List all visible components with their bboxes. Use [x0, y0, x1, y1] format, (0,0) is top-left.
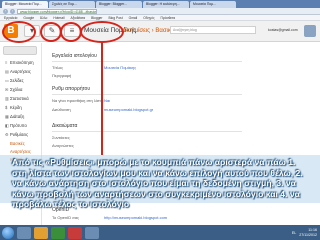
highlight-circle-1: [2, 21, 36, 43]
start-button[interactable]: [2, 226, 14, 239]
section-title: Εργαλεία ιστολογίου: [52, 53, 97, 59]
avatar[interactable]: [304, 25, 316, 37]
browser-tab-bar: Blogger: Μουσεία Πομ... Σχολές σε Πομ...…: [0, 0, 320, 8]
page-title: Ρυθμίσεις › Βασικές: [124, 28, 177, 34]
browser-tab-5[interactable]: Μουσεία Πομ...: [190, 1, 236, 8]
sidebar-item-label: Επισκόπηση: [10, 60, 34, 65]
annotation-pointer-line: [101, 43, 103, 155]
search-input[interactable]: Αναζήτηση blog: [170, 26, 256, 34]
section-title: Δικαιώματα: [52, 123, 78, 129]
chrome-icon[interactable]: [51, 226, 65, 239]
system-tray: EL 11:16 27/11/2012: [292, 226, 317, 239]
bookmark-item[interactable]: Blog Post: [109, 16, 123, 20]
sidebar-item-label: Στατιστικά: [10, 96, 29, 101]
sidebar: ≡ Επισκόπηση ▤Αναρτήσεις ▭Σελίδες ✉Σχόλια…: [0, 43, 42, 240]
bookmark-item[interactable]: Hotmail: [53, 16, 64, 20]
bookmark-item[interactable]: Αξιοθέατα: [71, 16, 86, 20]
highlight-circle-4: [80, 21, 124, 43]
address-bar: ‹ › www.blogger.com/blogger.g?blogID=418…: [0, 8, 320, 15]
row-label: Αναγνώστες: [52, 143, 74, 148]
sidebar-item-layout[interactable]: ▦Διάταξη: [3, 112, 41, 121]
language-indicator[interactable]: EL: [292, 231, 296, 235]
app-icon[interactable]: [68, 226, 82, 239]
sidebar-item-label: Διάταξη: [10, 114, 25, 119]
bookmark-item[interactable]: Google: [23, 16, 34, 20]
sidebar-item-label: Σελίδες: [10, 78, 24, 83]
browser-tab-2[interactable]: Σχολές σε Πομ...: [49, 1, 95, 8]
bookmark-item[interactable]: Blogger: [91, 16, 102, 20]
highlight-circle-3: [60, 22, 82, 42]
row-label: Διεύθυνση: [52, 107, 71, 112]
new-post-sidebar-button[interactable]: [3, 46, 37, 55]
browser-tab-3[interactable]: Blogger: Blogger...: [96, 1, 142, 8]
window-icon[interactable]: [85, 226, 99, 239]
bookmark-item[interactable]: Άλλο: [40, 16, 47, 20]
sidebar-item-template[interactable]: ◧Πρότυπο: [3, 121, 41, 130]
taskbar: EL 11:16 27/11/2012: [0, 225, 320, 240]
sidebar-item-label: Ρυθμίσεις: [10, 132, 29, 137]
bookmark-item[interactable]: Εργαλεία: [4, 16, 17, 20]
row-value[interactable]: Μουσεία Πομάκης: [104, 65, 136, 70]
row-value[interactable]: Ναι: [104, 98, 110, 103]
bookmark-item[interactable]: Πρόσθετα: [161, 16, 176, 20]
back-icon[interactable]: ‹: [3, 8, 8, 14]
explorer-icon[interactable]: [17, 226, 31, 239]
divider: [52, 61, 242, 62]
row-value[interactable]: http://museumpomaki.blogspot.com: [104, 215, 167, 220]
bookmark-item[interactable]: Οδηγός: [143, 16, 154, 20]
sidebar-item-label: Πρότυπο: [10, 123, 27, 128]
sidebar-item-stats[interactable]: ▥Στατιστικά: [3, 94, 41, 103]
url-field[interactable]: www.blogger.com/blogger.g?blogID=4188...…: [17, 8, 97, 14]
sidebar-item-earnings[interactable]: $ Κέρδη: [3, 103, 41, 112]
sidebar-item-comments[interactable]: ✉Σχόλια: [3, 85, 41, 94]
row-label: Να γίνει προσθήκη στη λίστα;: [52, 98, 105, 103]
browser-tab-4[interactable]: Blogger: Η καλύτερη...: [143, 1, 189, 8]
row-label: Τίτλος: [52, 65, 64, 70]
divider: [52, 131, 242, 132]
sidebar-item-overview[interactable]: ≡ Επισκόπηση: [3, 58, 41, 67]
row-label: Περιγραφή: [52, 73, 72, 78]
row-value[interactable]: museumpomaki.blogspot.gr: [104, 107, 153, 112]
annotation-text: Από τις «Ρυθμίσεις» μπορώ με το κουμπιά …: [12, 157, 303, 210]
sidebar-item-label: Κέρδη: [10, 105, 22, 110]
bookmark-item[interactable]: Gmail: [129, 16, 138, 20]
clock-date: 27/11/2012: [299, 232, 317, 237]
forward-icon[interactable]: ›: [10, 8, 15, 14]
sidebar-item-pages[interactable]: ▭Σελίδες: [3, 76, 41, 85]
folder-icon[interactable]: [34, 226, 48, 239]
sidebar-item-settings[interactable]: ⚙Ρυθμίσεις: [3, 130, 41, 139]
sidebar-item-posts[interactable]: ▤Αναρτήσεις: [3, 67, 41, 76]
divider: [52, 94, 242, 95]
section-title: Ρυθμ απορρήτου: [52, 86, 91, 92]
clock[interactable]: 11:16 27/11/2012: [299, 228, 317, 237]
browser-tab-1[interactable]: Blogger: Μουσεία Πομ...: [2, 1, 48, 8]
row-label: Συντάκτες: [52, 135, 70, 140]
sidebar-item-label: Σχόλια: [10, 87, 23, 92]
highlight-circle-2: [40, 22, 62, 42]
user-email[interactable]: kostas@gmail.com: [268, 26, 300, 35]
main-content: Εργαλεία ιστολογίου Τίτλος Μουσεία Πομάκ…: [44, 43, 320, 240]
row-label: Το OpenID σας: [52, 215, 79, 220]
sidebar-item-label: Αναρτήσεις: [10, 69, 31, 74]
